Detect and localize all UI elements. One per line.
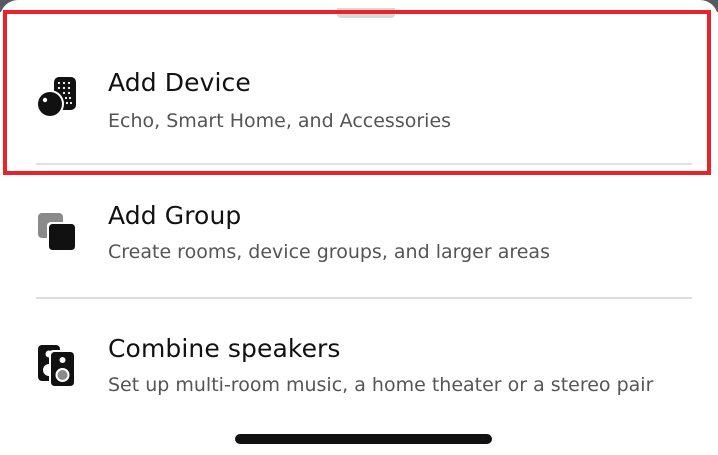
menu-item-add-device[interactable]: Add Device Echo, Smart Home, and Accesso… xyxy=(0,40,718,160)
add-device-title: Add Device xyxy=(108,68,251,97)
divider xyxy=(36,297,692,299)
echo-device-icon xyxy=(36,76,80,120)
bottom-sheet: Add Device Echo, Smart Home, and Accesso… xyxy=(0,0,718,455)
group-squares-icon xyxy=(36,211,80,255)
screen: Add Device Echo, Smart Home, and Accesso… xyxy=(0,0,718,455)
menu-item-add-group[interactable]: Add Group Create rooms, device groups, a… xyxy=(0,175,718,293)
add-device-subtitle: Echo, Smart Home, and Accessories xyxy=(108,110,452,132)
divider xyxy=(36,163,692,165)
sheet-grabber-handle[interactable] xyxy=(337,8,395,18)
add-group-subtitle: Create rooms, device groups, and larger … xyxy=(108,241,550,263)
speakers-icon xyxy=(36,342,80,388)
combine-speakers-title: Combine speakers xyxy=(108,334,341,363)
combine-speakers-subtitle: Set up multi-room music, a home theater … xyxy=(108,374,654,396)
menu-item-combine-speakers[interactable]: Combine speakers Set up multi-room music… xyxy=(0,308,718,426)
home-indicator[interactable] xyxy=(235,434,492,444)
add-group-title: Add Group xyxy=(108,201,242,230)
